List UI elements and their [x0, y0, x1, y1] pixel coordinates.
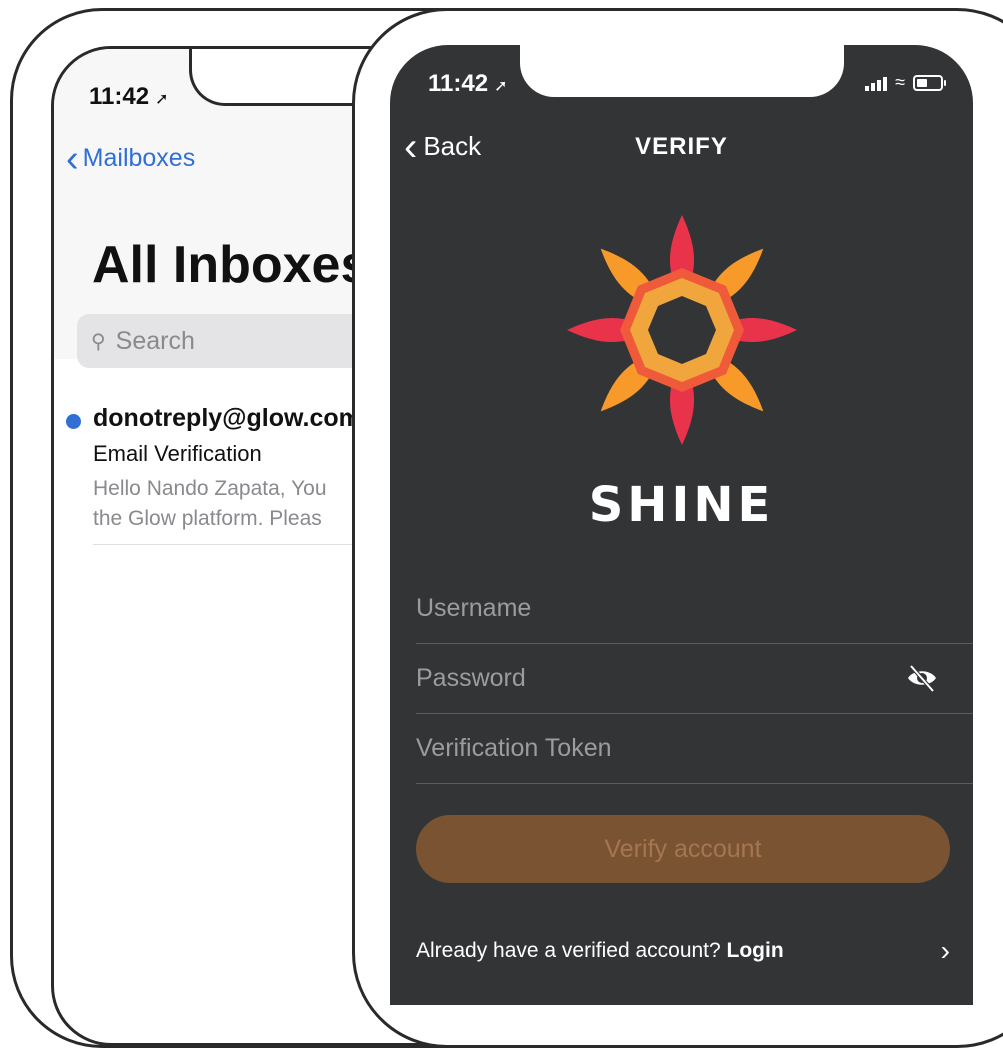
- login-link-row[interactable]: Already have a verified account? Login ›: [416, 935, 950, 967]
- mailboxes-back-button[interactable]: ‹ Mailboxes: [66, 137, 196, 180]
- status-bar-icons: ≈: [865, 72, 946, 93]
- password-placeholder: Password: [416, 664, 526, 692]
- nav-title: VERIFY: [635, 133, 728, 160]
- verification-token-field[interactable]: Verification Token: [416, 715, 973, 784]
- login-prompt-text: Already have a verified account? Login: [416, 939, 784, 962]
- username-placeholder: Username: [416, 594, 532, 622]
- verification-token-placeholder: Verification Token: [416, 734, 612, 762]
- login-link[interactable]: Login: [727, 939, 784, 962]
- brand-wordmark: SHINE: [588, 477, 775, 533]
- shine-screen: 11:42 ➚ ≈ ‹ Back VERIFY SHINE Username Pa…: [390, 45, 973, 1005]
- page-title: All Inboxes: [92, 236, 370, 294]
- mail-subject: Email Verification: [93, 441, 262, 466]
- verify-account-button[interactable]: Verify account: [416, 815, 950, 883]
- eye-slash-icon[interactable]: [905, 661, 939, 695]
- status-time: 11:42 ➚: [89, 83, 169, 110]
- unread-indicator: [66, 414, 81, 429]
- shine-logo-icon: [567, 215, 797, 445]
- mail-preview-line-2: the Glow platform. Pleas: [93, 507, 322, 530]
- location-arrow-icon: ➚: [494, 78, 508, 95]
- phone-notch: [520, 45, 844, 97]
- battery-icon: [913, 74, 946, 91]
- status-time: 11:42 ➚: [428, 70, 508, 97]
- chevron-left-icon: ‹: [66, 137, 79, 180]
- username-field[interactable]: Username: [416, 575, 973, 644]
- chevron-right-icon: ›: [940, 935, 950, 966]
- search-placeholder: Search: [115, 326, 195, 355]
- mail-preview: Hello Nando Zapata, You the Glow platfor…: [93, 474, 327, 534]
- wifi-icon: ≈: [895, 72, 905, 92]
- mailboxes-back-label: Mailboxes: [82, 144, 196, 172]
- password-field[interactable]: Password: [416, 645, 973, 714]
- location-arrow-icon: ➚: [155, 91, 169, 108]
- search-icon: ⚲: [91, 330, 106, 353]
- mail-preview-line-1: Hello Nando Zapata, You: [93, 477, 327, 500]
- mail-sender: donotreply@glow.com: [93, 404, 361, 432]
- cellular-signal-icon: [865, 75, 888, 91]
